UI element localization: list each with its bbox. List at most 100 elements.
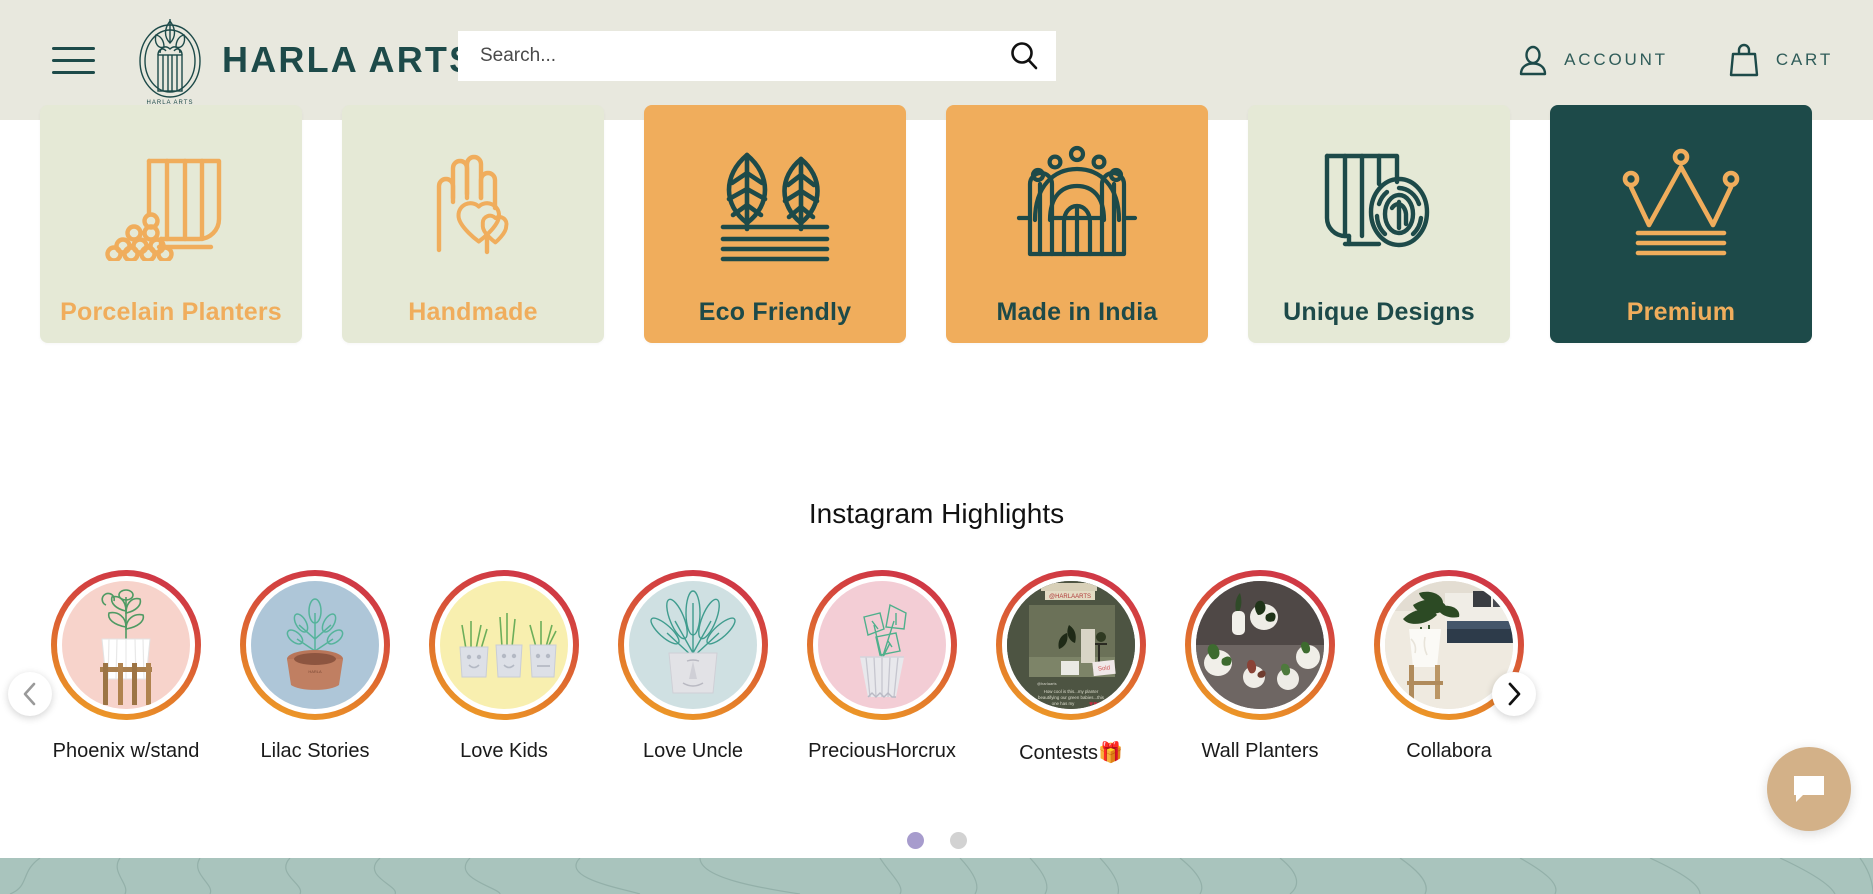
carousel-next-button[interactable] (1492, 672, 1536, 716)
story-ring-inner (624, 576, 762, 714)
feature-card-made-in-india[interactable]: Made in India (946, 105, 1208, 343)
unique-designs-fingerprint-icon (1324, 153, 1430, 247)
eco-friendly-leaves-icon (720, 152, 830, 262)
hamburger-bar (52, 58, 95, 62)
highlight-thumbnail (62, 581, 190, 709)
highlight-label: Contests🎁 (1019, 742, 1123, 764)
brand-logo-link[interactable]: HARLA ARTS HARLA ARTS (130, 13, 475, 107)
highlight-thumbnail: @HARLAARTS Sold @harlaarts How cool is t… (1007, 581, 1135, 709)
feature-card-label: Unique Designs (1283, 298, 1475, 326)
feature-card-eco-friendly[interactable]: Eco Friendly (644, 105, 906, 343)
feature-card-icon-wrap (644, 105, 906, 298)
highlight-label: Collabora (1406, 740, 1492, 762)
story-ring (807, 570, 957, 720)
page-root: HARLA ARTS HARLA ARTS ACCOUNT (0, 0, 1873, 894)
instagram-highlights-title: Instagram Highlights (808, 498, 1065, 529)
account-label: ACCOUNT (1564, 50, 1668, 69)
face-planter-with-leaves-icon (650, 590, 736, 694)
hamburger-bar (52, 70, 95, 74)
highlight-label: Wall Planters (1201, 740, 1319, 762)
footer-decorative-band (0, 858, 1873, 894)
pagination-dot-active[interactable] (906, 832, 924, 849)
feature-card-icon-wrap (946, 105, 1208, 298)
story-ring (618, 570, 768, 720)
instagram-highlight-item[interactable]: Collabora (1373, 570, 1525, 763)
feature-card-icon-wrap (1550, 105, 1812, 298)
story-ring-inner: HARLA (246, 576, 384, 714)
feature-card-porcelain-planters[interactable]: Porcelain Planters (40, 105, 302, 343)
story-ring-inner (1191, 576, 1329, 714)
instagram-highlight-item[interactable]: HARLA Lilac Stories (239, 570, 391, 763)
search-bar[interactable] (458, 31, 1056, 81)
chevron-right-icon (1508, 682, 1521, 706)
hamburger-bar (52, 46, 95, 50)
highlight-label: Love Uncle (642, 740, 744, 762)
harla-arts-logo-icon: HARLA ARTS (139, 19, 201, 106)
svg-text:beautifying our green babies..: beautifying our green babies...this (1038, 695, 1105, 700)
instagram-highlight-item[interactable]: Love Kids (428, 570, 580, 763)
feature-card-premium[interactable]: Premium (1550, 105, 1812, 343)
highlight-thumbnail (818, 581, 946, 709)
feature-card-label: Eco Friendly (698, 298, 852, 326)
search-submit-button[interactable] (992, 31, 1056, 81)
story-ring-inner (435, 576, 573, 714)
instagram-highlight-item[interactable]: Love Uncle (617, 570, 769, 763)
instagram-highlight-item[interactable]: Phoenix w/stand (50, 570, 202, 763)
search-input[interactable] (458, 31, 992, 81)
shopping-bag-icon (1729, 43, 1759, 77)
svg-text:@HARLAARTS: @HARLAARTS (1049, 594, 1091, 600)
feature-card-label: Premium (1626, 298, 1736, 326)
story-ring-inner: @HARLAARTS Sold @harlaarts How cool is t… (1002, 576, 1140, 714)
story-ring (429, 570, 579, 720)
feature-card-icon-wrap (342, 105, 604, 298)
brand-name: HARLA ARTS (222, 39, 476, 80)
instagram-highlights-carousel[interactable]: Phoenix w/stand HARLA Lilac Stories Love… (0, 570, 1873, 790)
feature-card-label: Made in India (996, 298, 1158, 326)
premium-crown-icon (1622, 148, 1739, 255)
account-link[interactable]: ACCOUNT (1518, 44, 1668, 76)
carousel-prev-button[interactable] (8, 672, 52, 716)
three-face-planters-icon (459, 613, 557, 678)
contest-post-screenshot-icon: @HARLAARTS Sold @harlaarts How cool is t… (1007, 581, 1135, 709)
highlight-label: Lilac Stories (260, 740, 370, 762)
search-icon (1011, 42, 1038, 70)
made-in-india-monument-icon (1016, 145, 1138, 256)
highlight-thumbnail (440, 581, 568, 709)
highlight-label: Phoenix w/stand (52, 740, 200, 762)
handmade-hand-heart-icon (436, 154, 509, 254)
site-header: HARLA ARTS HARLA ARTS ACCOUNT (0, 0, 1873, 120)
feature-card-label: Porcelain Planters (60, 298, 282, 326)
svg-text:♥♥♥: ♥♥♥ (1089, 701, 1101, 708)
svg-text:HARLA: HARLA (308, 669, 322, 674)
porcelain-planters-icon (105, 158, 222, 261)
instagram-highlight-item[interactable]: @HARLAARTS Sold @harlaarts How cool is t… (995, 570, 1147, 765)
feature-card-handmade[interactable]: Handmade (342, 105, 604, 343)
chat-widget-button[interactable] (1767, 747, 1851, 831)
chat-bubble-icon (1794, 776, 1824, 802)
svg-text:@harlaarts: @harlaarts (1037, 681, 1057, 686)
feature-card-icon-wrap (1248, 105, 1510, 298)
white-fluted-planter-on-wood-stand-icon (100, 589, 152, 705)
story-ring: @HARLAARTS Sold @harlaarts How cool is t… (996, 570, 1146, 720)
instagram-highlight-item[interactable]: Wall Planters (1184, 570, 1336, 763)
cart-link[interactable]: CART (1728, 43, 1833, 77)
hamburger-menu-icon[interactable] (52, 40, 108, 80)
cart-label: CART (1775, 50, 1833, 69)
pagination-dot[interactable] (949, 832, 967, 849)
story-ring: HARLA (240, 570, 390, 720)
feature-card-unique-designs[interactable]: Unique Designs (1248, 105, 1510, 343)
header-actions: ACCOUNT CART (1518, 0, 1833, 120)
story-ring (1185, 570, 1335, 720)
svg-text:one has my: one has my (1052, 701, 1076, 706)
story-ring-inner (57, 576, 195, 714)
instagram-highlight-item[interactable]: PreciousHorcrux (806, 570, 958, 763)
feature-cards-row: Porcelain Planters Handmade Eco Friendly… (0, 105, 1873, 370)
chevron-left-icon (23, 682, 36, 706)
terracotta-round-planter-icon: HARLA (286, 598, 344, 690)
faceted-white-planter-icon (860, 603, 907, 698)
highlight-thumbnail (1196, 581, 1324, 709)
user-icon (1519, 45, 1547, 76)
highlight-label: PreciousHorcrux (808, 740, 956, 762)
highlight-label: Love Kids (460, 740, 548, 762)
highlight-thumbnail: HARLA (251, 581, 379, 709)
